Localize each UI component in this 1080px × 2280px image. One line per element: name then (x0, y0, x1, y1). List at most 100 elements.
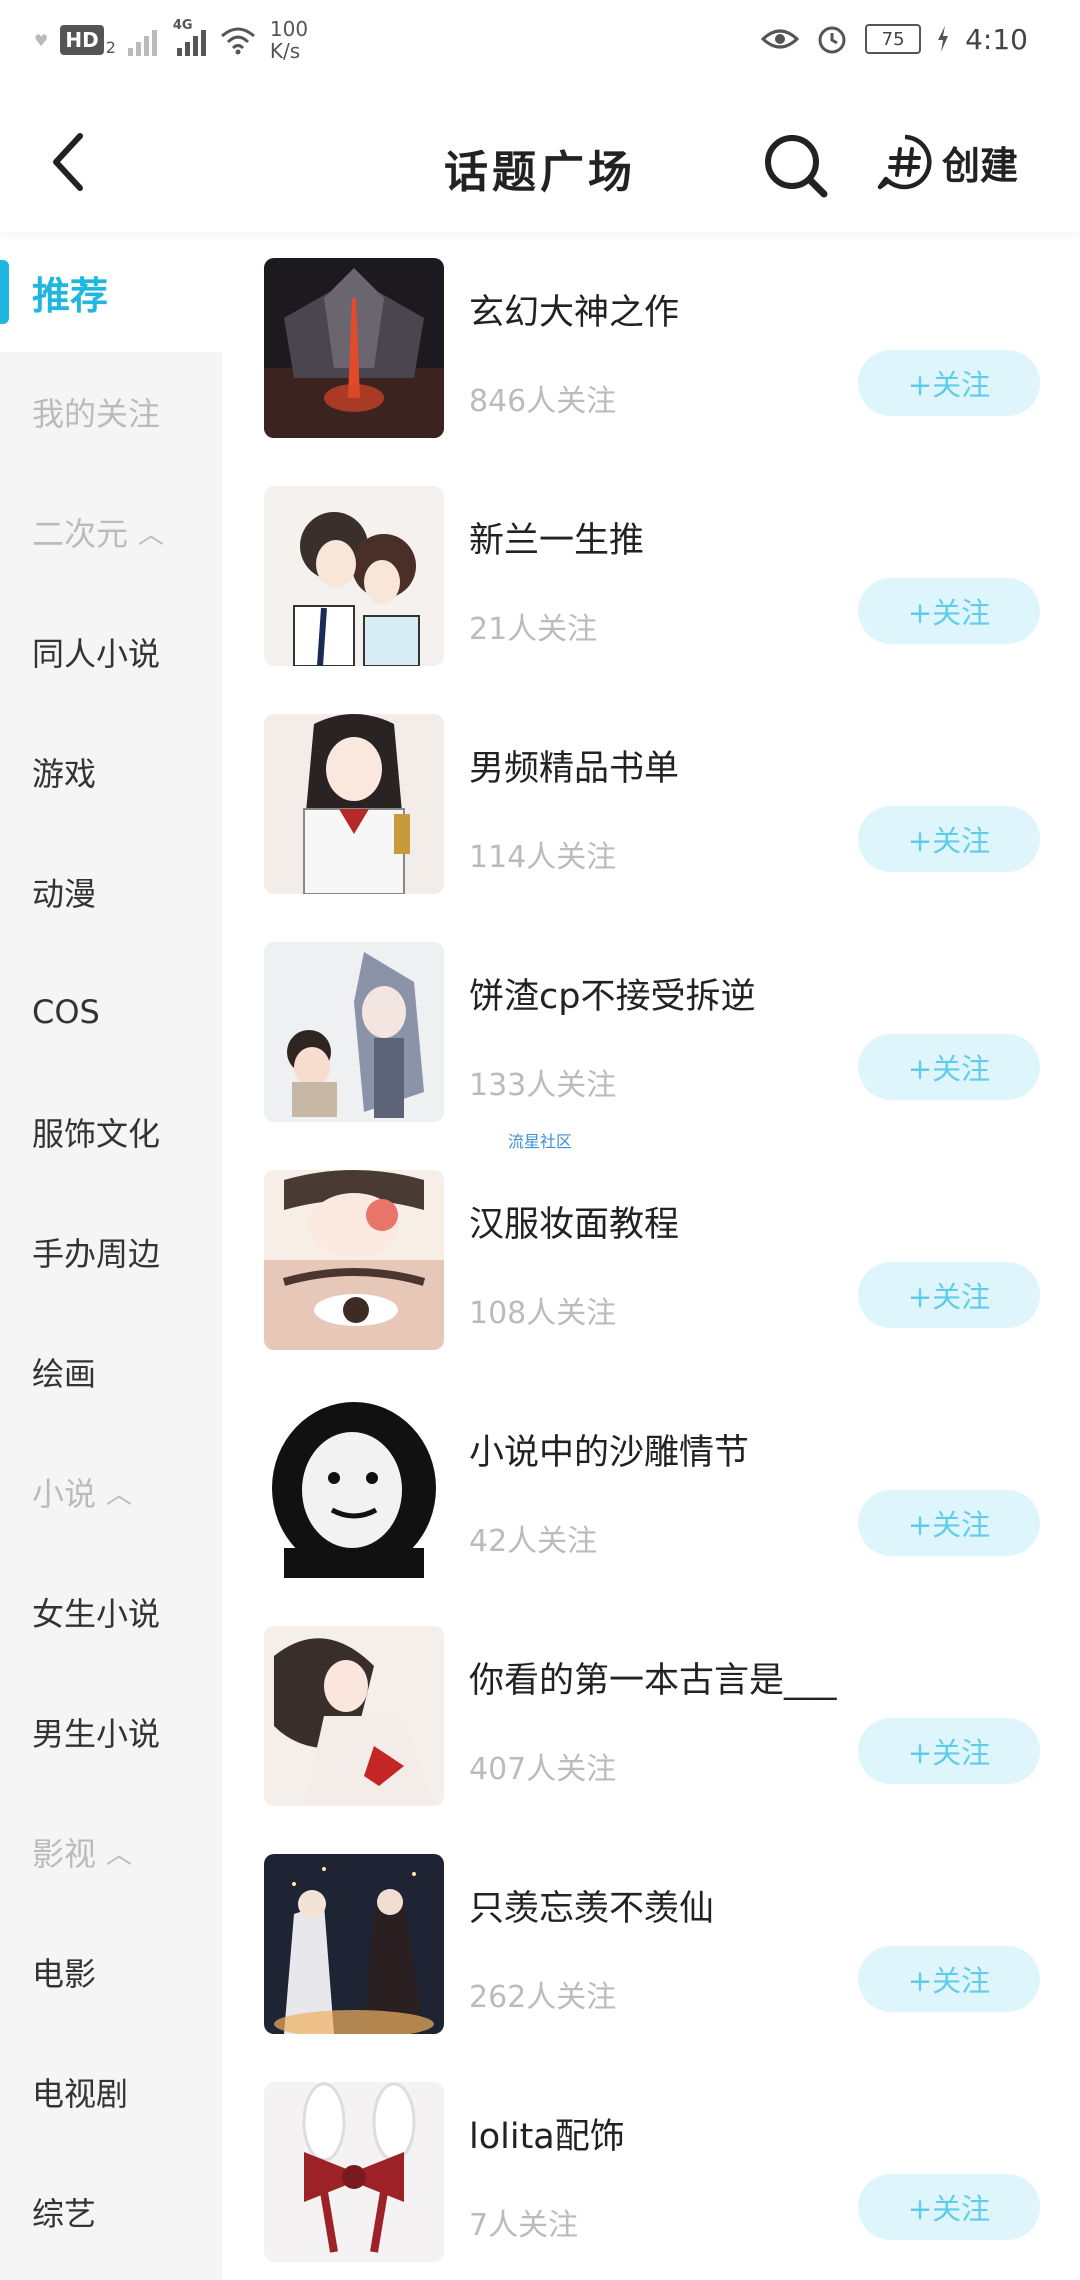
follow-button[interactable]: +关注 (858, 1946, 1040, 2012)
sidebar-group-label: 小说 (32, 1475, 97, 1513)
topic-card[interactable]: 只羡忘羡不羡仙 262人关注 +关注 (264, 1854, 1044, 2036)
follow-button[interactable]: +关注 (858, 806, 1040, 872)
follow-button[interactable]: +关注 (858, 1718, 1040, 1784)
category-sidebar: 推荐 我的关注 二次元 ︿ 同人小说 游戏 动漫 COS 服饰文化 手办周边 绘… (0, 232, 222, 2280)
follow-button[interactable]: +关注 (858, 350, 1040, 416)
topic-name: 男频精品书单 (469, 749, 680, 789)
sidebar-item-painting[interactable]: 绘画 (0, 1312, 222, 1432)
sidebar-item-games[interactable]: 游戏 (0, 712, 222, 832)
app-header: 话题广场 创建 (0, 92, 1080, 232)
hashtag-icon (877, 134, 932, 190)
follow-button[interactable]: +关注 (858, 578, 1040, 644)
sidebar-item-label: COS (32, 993, 100, 1031)
battery-indicator: 75 (865, 24, 922, 54)
topic-cover-image (264, 714, 444, 894)
charging-icon (938, 26, 949, 52)
eye-icon (761, 29, 800, 49)
status-left: ♥ HD 2 4G 100 K/s (34, 18, 308, 62)
topic-name: 新兰一生推 (469, 521, 645, 561)
topic-cover-image (264, 1170, 444, 1350)
follower-count: 108人关注 (469, 1296, 617, 1331)
topic-card[interactable]: 新兰一生推 21人关注 +关注 (264, 486, 1044, 668)
topic-name: 玄幻大神之作 (469, 293, 680, 333)
topic-card[interactable]: lolita配饰 7人关注 +关注 (264, 2082, 1044, 2264)
sidebar-item-cos[interactable]: COS (0, 952, 222, 1072)
follower-count: 42人关注 (469, 1524, 598, 1559)
topic-name: 汉服妆面教程 (469, 1205, 680, 1245)
sidebar-group-novels[interactable]: 小说 ︿ (0, 1432, 222, 1552)
topic-card[interactable]: 小说中的沙雕情节 42人关注 +关注 (264, 1398, 1044, 1580)
topic-name: 饼渣cp不接受拆逆 (469, 977, 756, 1017)
sidebar-item-male-novels[interactable]: 男生小说 (0, 1672, 222, 1792)
topic-card[interactable]: 汉服妆面教程 108人关注 +关注 (264, 1170, 1044, 1352)
sidebar-item-recommend[interactable]: 推荐 (0, 232, 222, 352)
wifi-icon (220, 27, 255, 55)
sidebar-item-costume-culture[interactable]: 服饰文化 (0, 1072, 222, 1192)
follower-count: 407人关注 (469, 1752, 617, 1787)
search-icon (765, 135, 828, 198)
clock: 4:10 (965, 22, 1028, 56)
topic-card[interactable]: 饼渣cp不接受拆逆 133人关注 +关注 (264, 942, 1044, 1124)
hd-badge: HD (60, 25, 104, 55)
topic-card[interactable]: 男频精品书单 114人关注 +关注 (264, 714, 1044, 896)
sidebar-group-acg[interactable]: 二次元 ︿ (0, 472, 222, 592)
speed-unit: K/s (269, 39, 301, 63)
topic-cover-image (264, 2082, 444, 2262)
sidebar-item-label: 电视剧 (32, 2075, 129, 2113)
topic-cover-image (264, 942, 444, 1122)
sidebar-item-label: 推荐 (32, 273, 109, 318)
hd-sub: 2 (105, 37, 116, 57)
signal-icon-sim1 (127, 24, 157, 56)
topic-name: 只羡忘羡不羡仙 (469, 1889, 715, 1929)
active-indicator (0, 260, 9, 324)
topic-cover-image (264, 1398, 444, 1578)
follower-count: 114人关注 (469, 840, 617, 875)
sidebar-item-label: 绘画 (32, 1355, 97, 1393)
sidebar-group-label: 二次元 (32, 515, 129, 553)
follower-count: 21人关注 (469, 612, 598, 647)
sidebar-item-tv-series[interactable]: 电视剧 (0, 2032, 222, 2152)
signal-icon-sim2: 4G (173, 18, 206, 56)
follow-button[interactable]: +关注 (858, 2174, 1040, 2240)
topic-card[interactable]: 玄幻大神之作 846人关注 +关注 (264, 258, 1044, 440)
topic-name: 小说中的沙雕情节 (469, 1433, 750, 1473)
sidebar-item-label: 男生小说 (32, 1715, 161, 1753)
create-topic-button[interactable]: 创建 (876, 130, 1018, 194)
network-tag: 4G (172, 18, 193, 33)
topic-cover-image (264, 1854, 444, 2034)
network-speed: 100 K/s (270, 18, 308, 62)
topic-cover-image (264, 486, 444, 666)
alarm-icon (818, 26, 846, 54)
create-label: 创建 (942, 143, 1019, 188)
sidebar-item-label: 手办周边 (32, 1235, 161, 1273)
sidebar-item-variety[interactable]: 综艺 (0, 2152, 222, 2272)
follow-button[interactable]: +关注 (858, 1034, 1040, 1100)
sidebar-item-label: 电影 (32, 1955, 97, 1993)
sidebar-group-film-tv[interactable]: 影视 ︿ (0, 1792, 222, 1912)
status-right: 75 4:10 (761, 22, 1028, 56)
sidebar-item-my-follows[interactable]: 我的关注 (0, 352, 222, 472)
sidebar-item-movies[interactable]: 电影 (0, 1912, 222, 2032)
chevron-up-icon: ︿ (106, 1479, 133, 1510)
search-button[interactable] (762, 132, 830, 200)
follow-button[interactable]: +关注 (858, 1262, 1040, 1328)
heart-icon: ♥ (34, 30, 49, 50)
topic-card[interactable]: 你看的第一本古言是___ 407人关注 +关注 (264, 1626, 1044, 1808)
sidebar-item-label: 女生小说 (32, 1595, 161, 1633)
chevron-up-icon: ︿ (138, 519, 165, 550)
sidebar-item-figures[interactable]: 手办周边 (0, 1192, 222, 1312)
topic-cover-image (264, 1626, 444, 1806)
follow-button[interactable]: +关注 (858, 1490, 1040, 1556)
topic-name: 你看的第一本古言是___ (469, 1661, 837, 1701)
follower-count: 7人关注 (469, 2208, 579, 2243)
follower-count: 846人关注 (469, 384, 617, 419)
status-bar: ♥ HD 2 4G 100 K/s 75 4:10 (0, 0, 1080, 92)
sidebar-item-label: 我的关注 (32, 395, 161, 433)
sidebar-item-fanfiction[interactable]: 同人小说 (0, 592, 222, 712)
topic-cover-image (264, 258, 444, 438)
watermark-text: 流星社区 (508, 1132, 573, 1151)
sidebar-item-anime[interactable]: 动漫 (0, 832, 222, 952)
follower-count: 133人关注 (469, 1068, 617, 1103)
topic-name: lolita配饰 (469, 2117, 625, 2157)
sidebar-item-female-novels[interactable]: 女生小说 (0, 1552, 222, 1672)
